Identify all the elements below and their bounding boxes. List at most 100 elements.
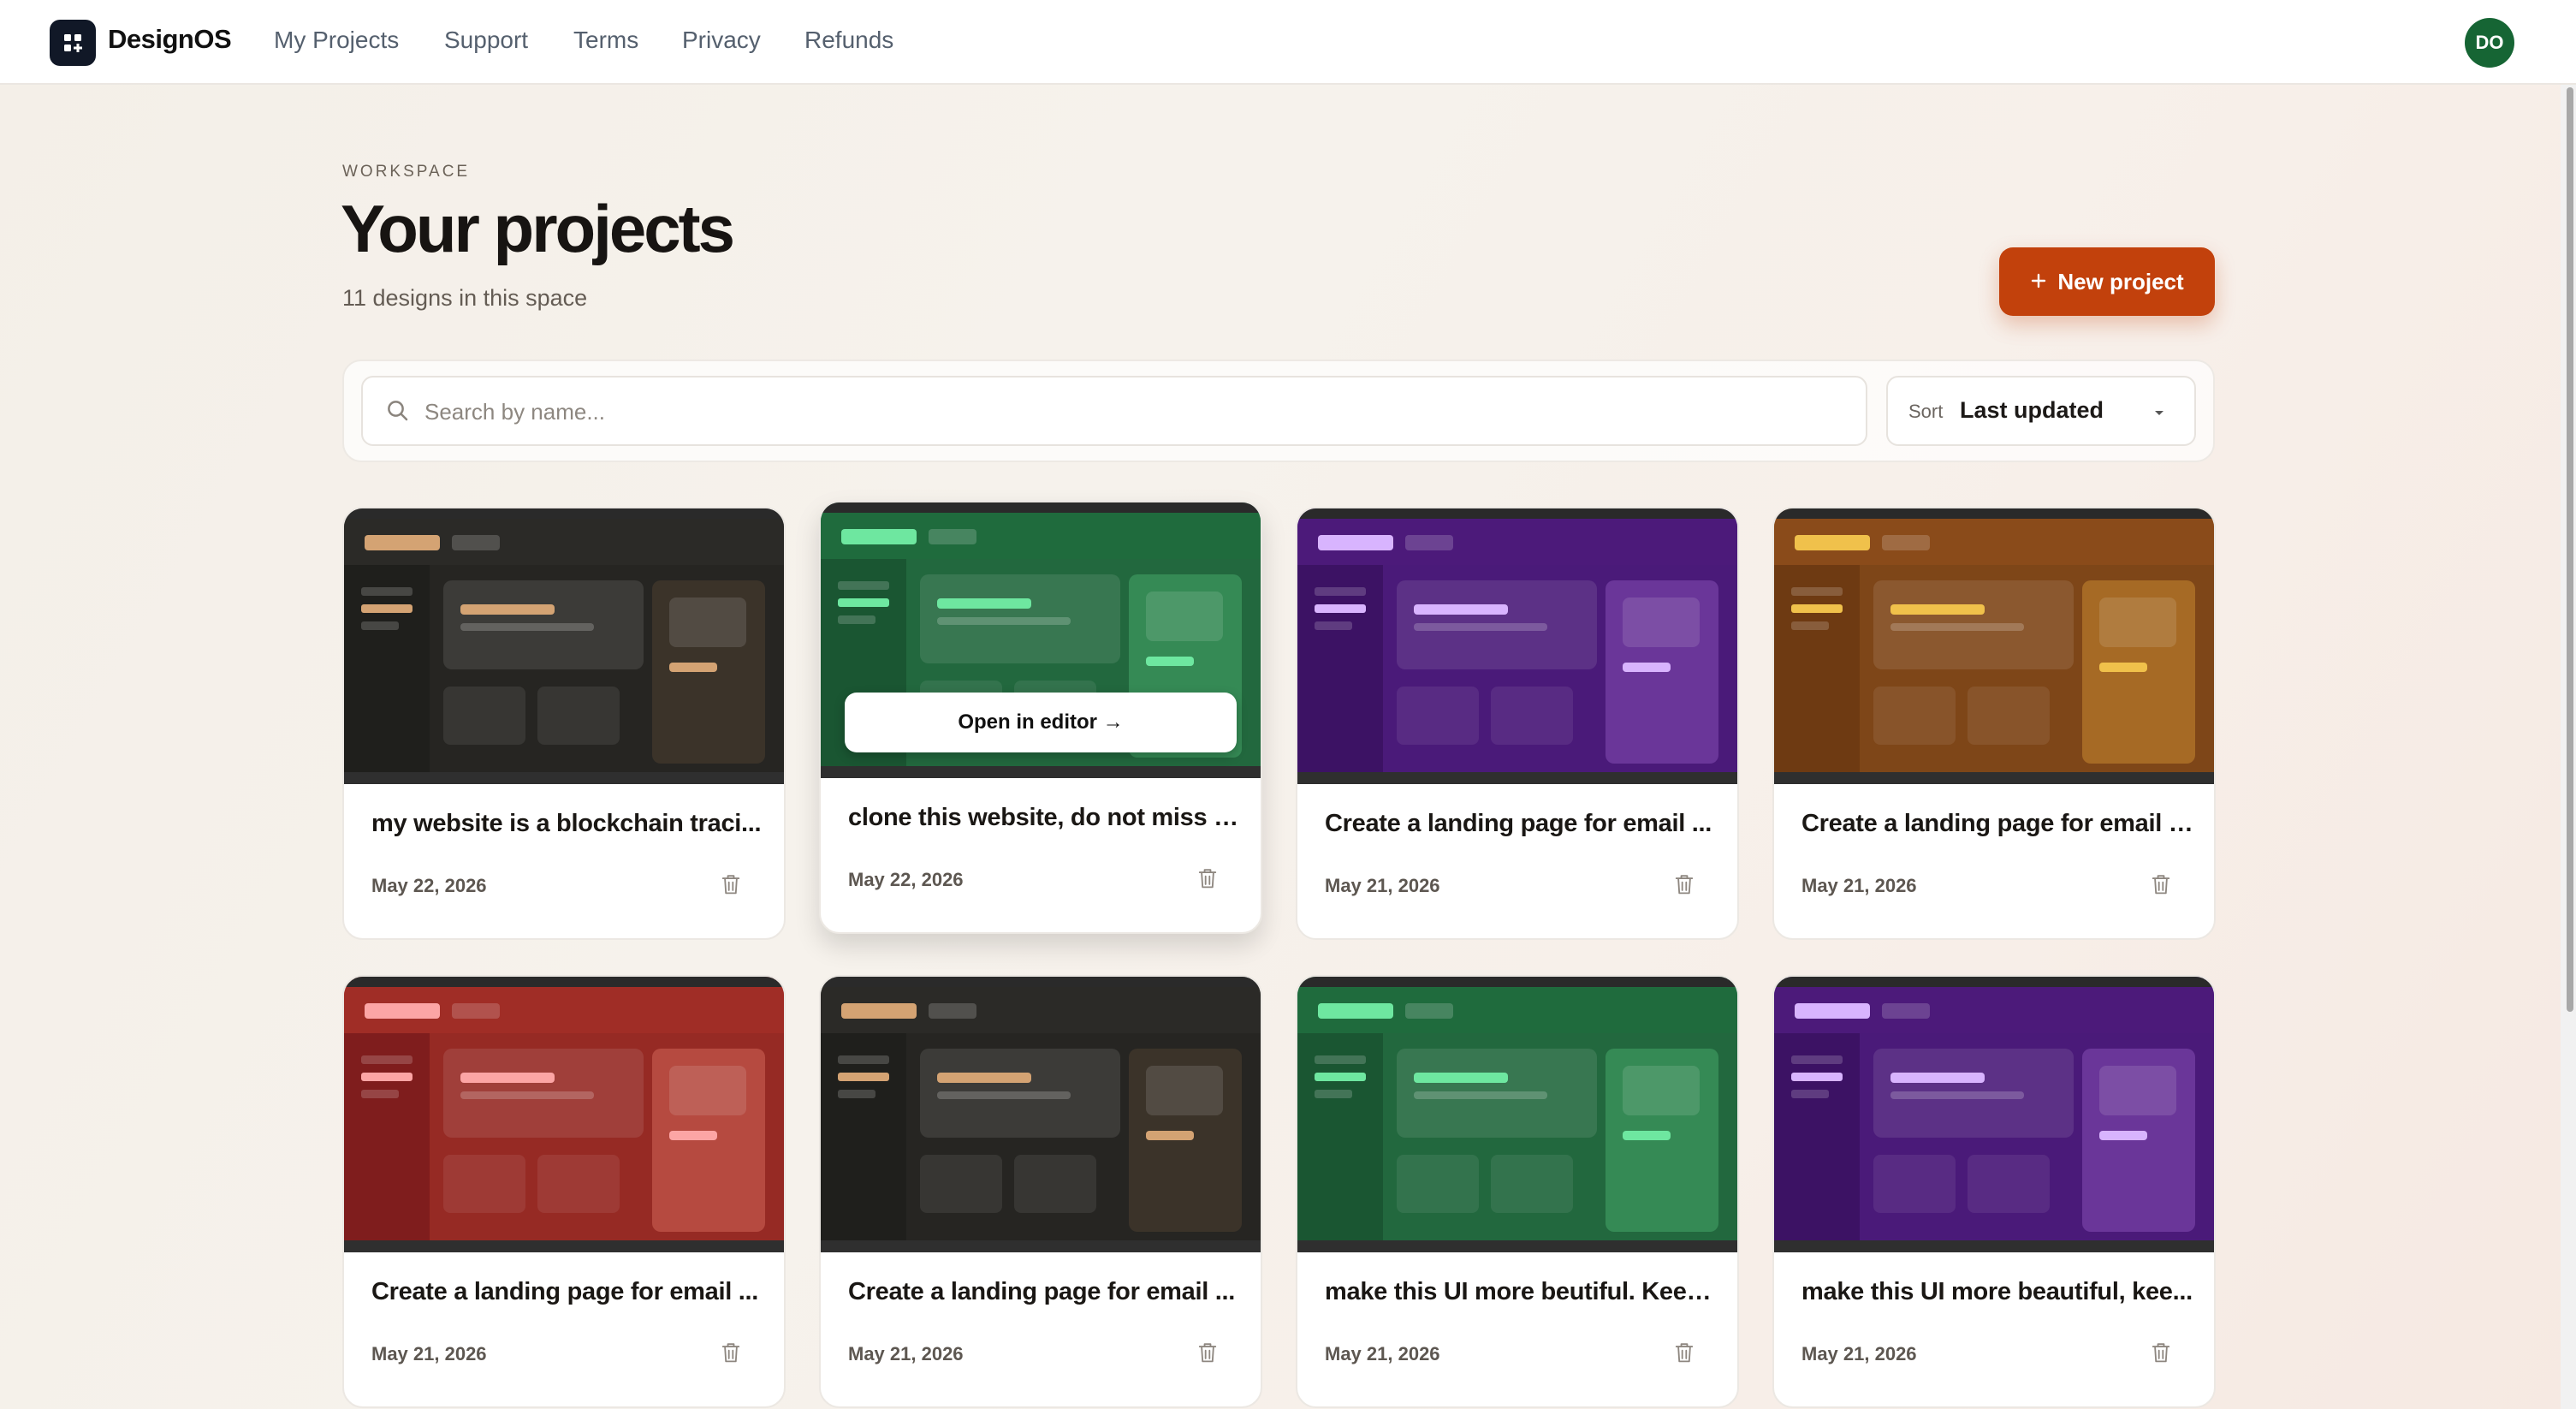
plus-icon xyxy=(2030,269,2047,295)
nav-link-privacy[interactable]: Privacy xyxy=(682,27,761,54)
thumbnail-bottom-edge xyxy=(344,1240,784,1252)
project-card[interactable]: Create a landing page for email ... May … xyxy=(819,975,1262,1408)
thumbnail-bottom-edge xyxy=(821,766,1261,778)
thumbnail-tile xyxy=(1968,1155,2050,1213)
new-project-button[interactable]: New project xyxy=(1999,247,2215,316)
thumbnail-graphic xyxy=(1774,508,2214,784)
nav-link-terms[interactable]: Terms xyxy=(573,27,638,54)
thumbnail-heading-line xyxy=(1414,1073,1508,1083)
thumbnail-bottom-edge xyxy=(1774,772,2214,784)
thumbnail-sidebar-line xyxy=(1315,1055,1366,1064)
trash-icon[interactable] xyxy=(719,1340,743,1370)
thumbnail-logo-pill xyxy=(365,535,440,550)
thumbnail-nav-pill xyxy=(1882,535,1930,550)
logo-icon[interactable] xyxy=(50,20,96,66)
nav-link-support[interactable]: Support xyxy=(444,27,528,54)
trash-icon[interactable] xyxy=(1672,1340,1696,1370)
project-thumbnail xyxy=(344,508,784,784)
thumbnail-heading-line xyxy=(1890,604,1985,615)
thumbnail-aside-image xyxy=(2099,1066,2176,1115)
thumbnail-tile xyxy=(1397,687,1479,745)
thumbnail-aside-image xyxy=(669,597,746,647)
thumbnail-aside-image xyxy=(1146,592,1223,641)
trash-icon[interactable] xyxy=(2149,871,2173,901)
project-date: May 21, 2026 xyxy=(1325,1343,1440,1364)
search-field[interactable] xyxy=(361,376,1867,446)
thumbnail-sidebar-line xyxy=(361,587,413,596)
section-eyebrow: WORKSPACE xyxy=(342,163,471,181)
thumbnail-sidebar-line xyxy=(838,581,889,590)
thumbnail-aside-line xyxy=(1146,1131,1194,1140)
thumbnail-top-edge xyxy=(344,508,784,519)
thumbnail-logo-pill xyxy=(841,1003,917,1019)
thumbnail-aside-line xyxy=(669,663,717,672)
trash-icon[interactable] xyxy=(1196,1340,1220,1370)
project-date: May 21, 2026 xyxy=(848,1343,964,1364)
project-card[interactable]: make this UI more beutiful. Keep... May … xyxy=(1296,975,1739,1408)
project-card[interactable]: Create a landing page for email ... May … xyxy=(1296,507,1739,940)
thumbnail-sidebar xyxy=(1297,565,1383,772)
thumbnail-sidebar xyxy=(1774,1033,1860,1240)
project-card[interactable]: Open in editor → clone this website, do … xyxy=(819,501,1262,934)
project-card[interactable]: Create a landing page for email t... May… xyxy=(1772,507,2216,940)
thumbnail-graphic xyxy=(1774,977,2214,1252)
search-input[interactable] xyxy=(423,378,1847,446)
trash-icon[interactable] xyxy=(719,871,743,901)
thumbnail-logo-pill xyxy=(1318,535,1393,550)
thumbnail-top-edge xyxy=(1297,508,1737,519)
project-card[interactable]: make this UI more beautiful, kee... May … xyxy=(1772,975,2216,1408)
thumbnail-sidebar-line xyxy=(1315,1073,1366,1081)
thumbnail-aside-image xyxy=(2099,597,2176,647)
brand-name[interactable]: DesignOS xyxy=(108,24,232,55)
project-title: make this UI more beutiful. Keep... xyxy=(1325,1278,1718,1305)
thumbnail-aside-image xyxy=(669,1066,746,1115)
thumbnail-nav-pill xyxy=(929,529,976,544)
thumbnail-sidebar xyxy=(344,1033,430,1240)
project-thumbnail xyxy=(1297,508,1737,784)
thumbnail-sidebar-line xyxy=(838,615,875,624)
trash-icon[interactable] xyxy=(1196,865,1220,895)
nav-link-refunds[interactable]: Refunds xyxy=(804,27,893,54)
thumbnail-graphic xyxy=(344,977,784,1252)
thumbnail-tile xyxy=(920,1155,1002,1213)
thumbnail-graphic xyxy=(821,977,1261,1252)
nav-link-my-projects[interactable]: My Projects xyxy=(274,27,399,54)
project-card[interactable]: my website is a blockchain traci... May … xyxy=(342,507,786,940)
thumbnail-sidebar xyxy=(344,565,430,772)
project-title: Create a landing page for email ... xyxy=(371,1278,759,1305)
thumbnail-heading-line xyxy=(1414,604,1508,615)
thumbnail-logo-pill xyxy=(1795,1003,1870,1019)
thumbnail-tile xyxy=(537,1155,620,1213)
user-avatar[interactable]: DO xyxy=(2465,18,2514,68)
thumbnail-sidebar-line xyxy=(1791,587,1843,596)
thumbnail-tile xyxy=(1968,687,2050,745)
thumbnail-sidebar-line xyxy=(838,1090,875,1098)
thumbnail-bottom-edge xyxy=(1297,1240,1737,1252)
scrollbar-thumb[interactable] xyxy=(2567,87,2573,1012)
thumbnail-heading-line xyxy=(1890,1073,1985,1083)
project-thumbnail xyxy=(1774,508,2214,784)
page-subtitle: 11 designs in this space xyxy=(342,285,588,311)
page-title: Your projects xyxy=(341,191,735,266)
new-project-label: New project xyxy=(2057,268,2184,294)
thumbnail-aside-line xyxy=(1623,1131,1671,1140)
sort-label: Sort xyxy=(1908,401,1944,422)
project-title: make this UI more beautiful, kee... xyxy=(1801,1278,2193,1305)
chevron-down-icon xyxy=(2153,407,2165,422)
search-icon xyxy=(385,398,411,428)
thumbnail-graphic xyxy=(344,508,784,784)
project-card[interactable]: Create a landing page for email ... May … xyxy=(342,975,786,1408)
thumbnail-tile xyxy=(1014,1155,1096,1213)
thumbnail-sidebar xyxy=(1774,565,1860,772)
sort-select[interactable]: Sort Last updated xyxy=(1886,376,2196,446)
thumbnail-nav-pill xyxy=(1405,1003,1453,1019)
thumbnail-graphic xyxy=(1297,977,1737,1252)
project-title: Create a landing page for email t... xyxy=(1801,810,2195,837)
project-date: May 21, 2026 xyxy=(371,1343,487,1364)
project-date: May 21, 2026 xyxy=(1801,1343,1917,1364)
open-in-editor-button[interactable]: Open in editor → xyxy=(845,693,1237,752)
thumbnail-bottom-edge xyxy=(344,772,784,784)
trash-icon[interactable] xyxy=(1672,871,1696,901)
trash-icon[interactable] xyxy=(2149,1340,2173,1370)
thumbnail-sidebar-line xyxy=(361,1055,413,1064)
